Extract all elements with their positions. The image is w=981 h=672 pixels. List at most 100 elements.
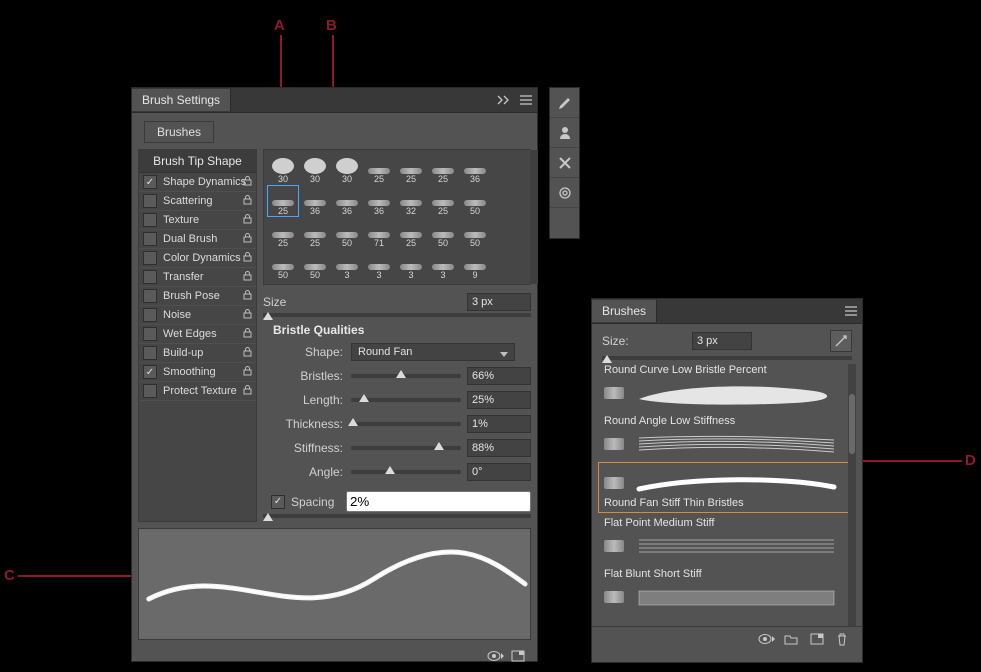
lock-icon[interactable] xyxy=(243,214,252,227)
lock-icon[interactable] xyxy=(243,176,252,189)
brush-tip[interactable]: 50 xyxy=(428,218,458,248)
brush-tip[interactable]: 25 xyxy=(428,154,458,184)
option-dual-brush[interactable]: Dual Brush xyxy=(139,230,256,249)
brushes-panel-menu-icon[interactable] xyxy=(840,300,862,322)
option-color-dynamics[interactable]: Color Dynamics xyxy=(139,249,256,268)
brush-tip[interactable]: 36 xyxy=(460,154,490,184)
brushes-size-slider[interactable] xyxy=(602,356,852,360)
thickness-slider[interactable] xyxy=(351,422,461,426)
brush-tip[interactable]: 3 xyxy=(364,250,394,280)
option-smoothing[interactable]: Smoothing xyxy=(139,363,256,382)
brush-tip[interactable]: 30 xyxy=(300,154,330,184)
brush-tip[interactable]: 3 xyxy=(428,250,458,280)
lock-icon[interactable] xyxy=(243,309,252,322)
brush-tip[interactable]: 32 xyxy=(396,186,426,216)
brush-tip[interactable]: 36 xyxy=(332,186,362,216)
brush-tip[interactable]: 36 xyxy=(364,186,394,216)
option-noise[interactable]: Noise xyxy=(139,306,256,325)
brush-preset[interactable]: Round Angle Low Stiffness xyxy=(598,411,856,462)
option-brush-pose[interactable]: Brush Pose xyxy=(139,287,256,306)
brush-tip[interactable]: 50 xyxy=(460,186,490,216)
brush-tip-shape-header[interactable]: Brush Tip Shape xyxy=(139,150,256,173)
thickness-field[interactable] xyxy=(467,415,531,433)
brush-preset[interactable]: Round Curve Low Bristle Percent xyxy=(598,364,856,411)
option-checkbox[interactable] xyxy=(143,251,157,265)
size-slider[interactable] xyxy=(263,313,531,317)
option-checkbox[interactable] xyxy=(143,365,157,379)
brush-tip[interactable]: 25 xyxy=(396,154,426,184)
stiffness-field[interactable] xyxy=(467,439,531,457)
option-checkbox[interactable] xyxy=(143,175,157,189)
option-checkbox[interactable] xyxy=(143,346,157,360)
brushes-size-field[interactable] xyxy=(692,332,752,350)
lock-icon[interactable] xyxy=(243,328,252,341)
brush-tip[interactable]: 36 xyxy=(300,186,330,216)
shape-select[interactable]: Round Fan xyxy=(351,343,515,361)
panel-menu-icon[interactable] xyxy=(515,89,537,111)
brush-tip[interactable]: 30 xyxy=(332,154,362,184)
lock-icon[interactable] xyxy=(243,271,252,284)
option-checkbox[interactable] xyxy=(143,327,157,341)
bristles-field[interactable] xyxy=(467,367,531,385)
new-group-icon[interactable] xyxy=(784,633,800,647)
option-checkbox[interactable] xyxy=(143,289,157,303)
spacing-field[interactable] xyxy=(346,491,531,512)
lock-icon[interactable] xyxy=(243,385,252,398)
collapse-icon[interactable] xyxy=(493,89,515,111)
length-slider[interactable] xyxy=(351,398,461,402)
brush-tip[interactable]: 50 xyxy=(332,218,362,248)
option-wet-edges[interactable]: Wet Edges xyxy=(139,325,256,344)
new-preset-icon[interactable] xyxy=(511,650,527,664)
size-field[interactable] xyxy=(467,293,531,311)
lock-icon[interactable] xyxy=(243,366,252,379)
brush-tip[interactable]: 25 xyxy=(268,218,298,248)
option-transfer[interactable]: Transfer xyxy=(139,268,256,287)
brush-tip[interactable]: 25 xyxy=(364,154,394,184)
lock-icon[interactable] xyxy=(243,347,252,360)
brush-settings-tab[interactable]: Brush Settings xyxy=(132,89,231,111)
toggle-preview-icon[interactable] xyxy=(487,650,503,664)
angle-field[interactable] xyxy=(467,463,531,481)
brush-tip[interactable]: 25 xyxy=(396,218,426,248)
cc-libraries-icon[interactable] xyxy=(550,178,579,208)
option-protect-texture[interactable]: Protect Texture xyxy=(139,382,256,401)
angle-slider[interactable] xyxy=(351,470,461,474)
brushes-button[interactable]: Brushes xyxy=(144,121,214,143)
brush-panel-icon[interactable] xyxy=(550,88,579,118)
option-checkbox[interactable] xyxy=(143,384,157,398)
brush-tip[interactable]: 71 xyxy=(364,218,394,248)
option-checkbox[interactable] xyxy=(143,213,157,227)
brush-tip[interactable]: 50 xyxy=(300,250,330,280)
brush-tip[interactable]: 9 xyxy=(460,250,490,280)
brush-preset[interactable]: Round Fan Stiff Thin Bristles xyxy=(598,462,856,513)
option-texture[interactable]: Texture xyxy=(139,211,256,230)
bristles-slider[interactable] xyxy=(351,374,461,378)
brush-tip[interactable]: 50 xyxy=(268,250,298,280)
brushes-tab[interactable]: Brushes xyxy=(592,300,657,322)
brush-tip[interactable]: 25 xyxy=(428,186,458,216)
new-brush-icon[interactable] xyxy=(810,633,826,647)
clone-source-icon[interactable] xyxy=(550,118,579,148)
option-checkbox[interactable] xyxy=(143,232,157,246)
brush-preset[interactable]: Flat Point Medium Stiff xyxy=(598,513,856,564)
lock-icon[interactable] xyxy=(243,252,252,265)
preview-toggle-icon[interactable] xyxy=(758,633,774,647)
delete-brush-icon[interactable] xyxy=(836,633,852,647)
brush-tip[interactable]: 50 xyxy=(460,218,490,248)
brush-tip[interactable]: 30 xyxy=(268,154,298,184)
tool-presets-icon[interactable] xyxy=(550,148,579,178)
tip-grid-scrollbar[interactable] xyxy=(530,150,538,284)
brush-tip[interactable]: 3 xyxy=(332,250,362,280)
option-shape-dynamics[interactable]: Shape Dynamics xyxy=(139,173,256,192)
lock-icon[interactable] xyxy=(243,195,252,208)
brush-preset[interactable]: Flat Blunt Short Stiff xyxy=(598,564,856,615)
stiffness-slider[interactable] xyxy=(351,446,461,450)
spacing-slider[interactable] xyxy=(263,514,531,518)
preset-list-scrollbar[interactable] xyxy=(848,364,856,626)
brush-tip[interactable]: 3 xyxy=(396,250,426,280)
option-scattering[interactable]: Scattering xyxy=(139,192,256,211)
length-field[interactable] xyxy=(467,391,531,409)
spacing-checkbox[interactable] xyxy=(271,495,285,509)
brush-tip[interactable]: 25 xyxy=(268,186,298,216)
option-checkbox[interactable] xyxy=(143,308,157,322)
